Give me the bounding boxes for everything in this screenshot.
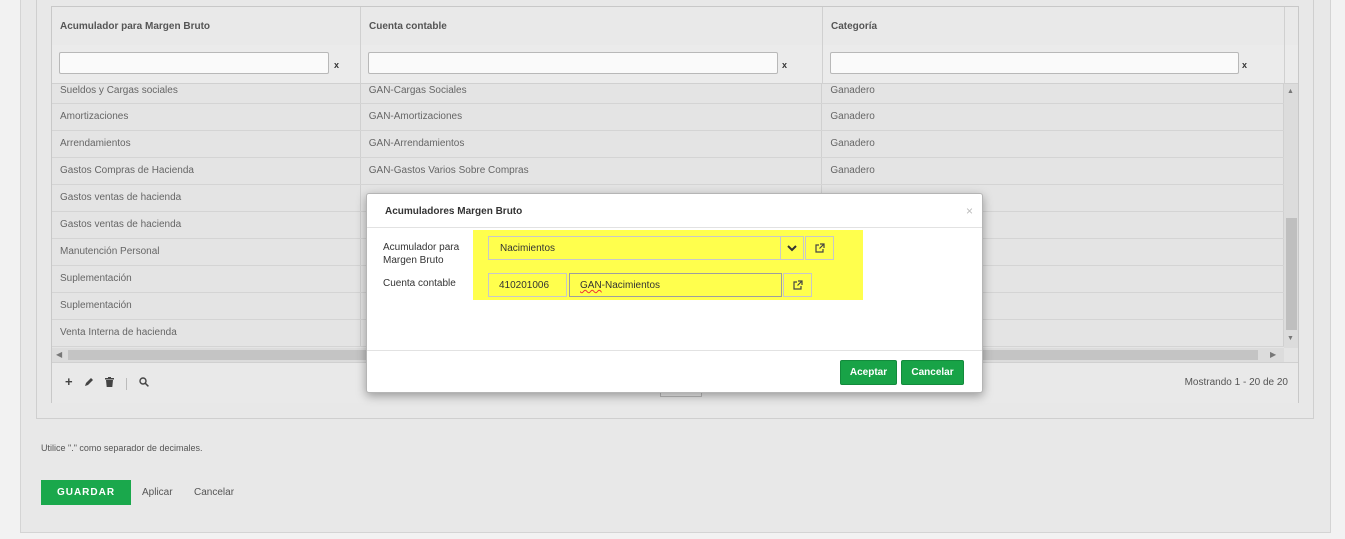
filter-row: x x x bbox=[52, 45, 1298, 84]
vertical-scrollbar[interactable]: ▲ ▼ bbox=[1284, 84, 1298, 348]
filter-input-acumulador[interactable] bbox=[59, 52, 329, 74]
acumulador-label: Acumulador para Margen Bruto bbox=[383, 242, 460, 266]
accept-button[interactable]: Aceptar bbox=[840, 360, 897, 385]
cuenta-open-external-icon[interactable] bbox=[783, 273, 812, 297]
scroll-left-icon[interactable]: ◀ bbox=[56, 350, 62, 359]
acumulador-open-external-icon[interactable] bbox=[805, 236, 834, 260]
paging-info: Mostrando 1 - 20 de 20 bbox=[1184, 377, 1288, 388]
acumulador-select-value: Nacimientos bbox=[500, 243, 556, 254]
search-icon[interactable] bbox=[139, 377, 149, 390]
column-header-acumulador[interactable]: Acumulador para Margen Bruto bbox=[52, 7, 361, 45]
cuenta-label: Cuenta contable bbox=[383, 278, 456, 289]
acumulador-select[interactable]: Nacimientos bbox=[488, 236, 804, 260]
edit-pencil-icon[interactable] bbox=[84, 377, 94, 390]
table-row[interactable]: Arrendamientos GAN-Arrendamientos Ganadero bbox=[52, 131, 1284, 158]
acumuladores-dialog: Acumuladores Margen Bruto × Acumulador p… bbox=[366, 193, 983, 393]
decimal-separator-note: Utilice "." como separador de decimales. bbox=[41, 443, 203, 453]
trash-icon[interactable] bbox=[105, 377, 114, 390]
filter-input-categoria[interactable] bbox=[830, 52, 1239, 74]
scroll-down-icon[interactable]: ▼ bbox=[1287, 335, 1294, 342]
cuenta-name-rest: -Nacimientos bbox=[601, 280, 661, 291]
cuenta-code-input[interactable]: 410201006 bbox=[488, 273, 567, 297]
table-row[interactable]: Amortizaciones GAN-Amortizaciones Ganadero bbox=[52, 104, 1284, 131]
dialog-footer-divider bbox=[367, 350, 982, 351]
scroll-right-icon[interactable]: ▶ bbox=[1270, 350, 1276, 359]
column-header-categoria[interactable]: Categoría bbox=[823, 7, 1285, 45]
filter-input-cuenta[interactable] bbox=[368, 52, 778, 74]
column-header-cuenta[interactable]: Cuenta contable bbox=[361, 7, 823, 45]
filter-clear-acumulador[interactable]: x bbox=[334, 60, 339, 70]
filter-clear-categoria[interactable]: x bbox=[1242, 60, 1247, 70]
table-row[interactable]: Sueldos y Cargas sociales GAN-Cargas Soci… bbox=[52, 84, 1284, 104]
apply-link[interactable]: Aplicar bbox=[142, 487, 173, 498]
dialog-header-divider bbox=[367, 227, 982, 228]
toolbar-separator bbox=[126, 378, 127, 390]
cancel-button[interactable]: Cancelar bbox=[901, 360, 964, 385]
close-icon[interactable]: × bbox=[966, 204, 973, 218]
dialog-title: Acumuladores Margen Bruto bbox=[385, 206, 523, 217]
table-row[interactable]: Gastos Compras de Hacienda GAN-Gastos Var… bbox=[52, 158, 1284, 185]
grid-header: Acumulador para Margen Bruto Cuenta cont… bbox=[52, 7, 1298, 46]
vertical-scroll-thumb[interactable] bbox=[1286, 218, 1297, 330]
scroll-up-icon[interactable]: ▲ bbox=[1287, 88, 1294, 95]
filter-clear-cuenta[interactable]: x bbox=[782, 60, 787, 70]
save-button[interactable]: GUARDAR bbox=[41, 480, 131, 505]
add-icon[interactable]: + bbox=[65, 374, 73, 389]
cuenta-name-input[interactable]: GAN-Nacimientos bbox=[569, 273, 782, 297]
cancel-link[interactable]: Cancelar bbox=[194, 487, 234, 498]
cuenta-name-prefix: GAN bbox=[580, 280, 602, 291]
chevron-down-icon[interactable] bbox=[780, 236, 804, 260]
